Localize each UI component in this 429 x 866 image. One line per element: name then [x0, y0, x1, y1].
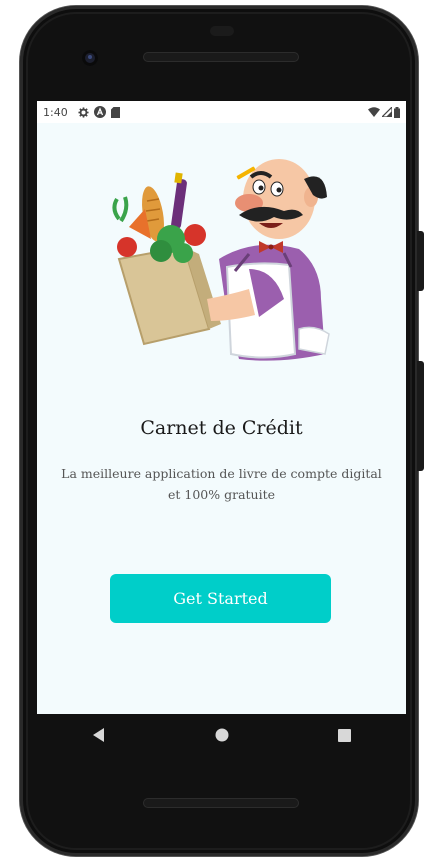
recents-icon	[338, 727, 351, 746]
status-time: 1:40	[43, 105, 68, 119]
home-icon	[215, 727, 229, 746]
earpiece-speaker	[143, 52, 299, 62]
battery-icon	[394, 106, 400, 118]
volume-button	[417, 361, 424, 471]
bottom-speaker	[143, 798, 299, 808]
back-icon	[92, 727, 106, 746]
home-button[interactable]	[207, 721, 237, 751]
recents-button[interactable]	[330, 721, 360, 751]
get-started-button[interactable]: Get Started	[110, 574, 331, 623]
back-button[interactable]	[84, 721, 114, 751]
status-icons-left	[78, 106, 120, 118]
signal-icon	[382, 107, 392, 117]
gear-icon	[78, 106, 89, 118]
app-subtitle: La meilleure application de livre de com…	[61, 466, 382, 502]
power-button	[417, 231, 424, 291]
wifi-icon	[368, 107, 380, 117]
app-screen: 1:40 Carnet de Crédit La meilleure appli…	[37, 101, 406, 714]
grocer-illustration	[99, 149, 349, 369]
a-circle-icon	[93, 106, 106, 118]
front-camera	[82, 50, 98, 66]
android-nav-bar	[37, 714, 406, 758]
proximity-sensor	[210, 26, 234, 36]
sd-card-icon	[110, 106, 120, 118]
app-title: Carnet de Crédit	[140, 417, 303, 439]
status-icons-right	[368, 106, 400, 118]
status-bar: 1:40	[37, 101, 406, 123]
